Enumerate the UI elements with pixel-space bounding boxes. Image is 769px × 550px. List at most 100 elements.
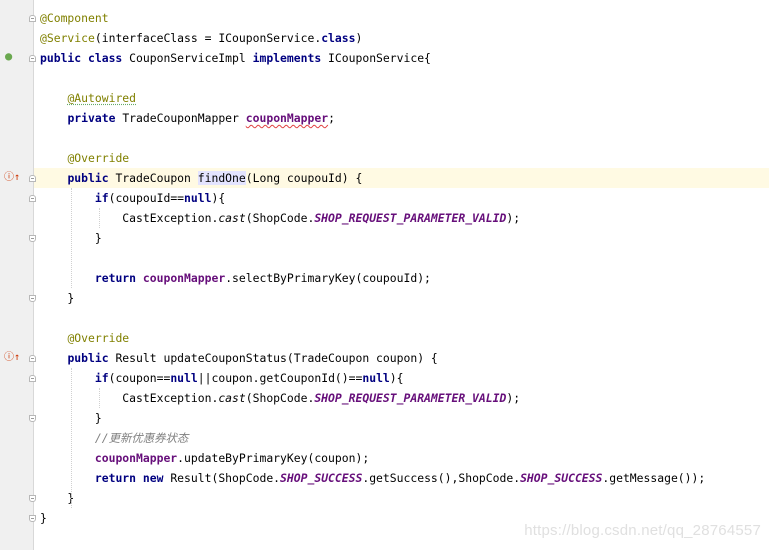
code-token: CastException.: [40, 391, 219, 405]
code-token: ;: [328, 111, 335, 125]
code-token: couponMapper: [142, 271, 226, 285]
code-token: }: [40, 491, 75, 505]
code-line[interactable]: public class CouponServiceImpl implement…: [34, 48, 769, 68]
code-token: .getMessage());: [602, 471, 706, 485]
fold-collapse-icon[interactable]: [29, 375, 36, 382]
code-token: Result updateCouponStatus(TradeCoupon co…: [115, 351, 438, 365]
fold-end-icon[interactable]: [29, 515, 36, 522]
code-line[interactable]: }: [34, 228, 769, 248]
code-token: SHOP_SUCCESS: [280, 471, 363, 485]
code-token: null: [362, 371, 390, 385]
code-line[interactable]: if(coupon==null||coupon.getCouponId()==n…: [34, 368, 769, 388]
implementing-method-icon[interactable]: ⓘ↑: [4, 353, 20, 363]
code-token: @Autowired: [67, 91, 137, 105]
code-token: Result(ShopCode.: [170, 471, 281, 485]
code-token: public: [67, 171, 116, 185]
code-token: .updateByPrimaryKey(coupon);: [177, 451, 370, 465]
code-token: private: [67, 111, 123, 125]
fold-collapse-icon[interactable]: [29, 175, 36, 182]
code-token: //更新优惠券状态: [94, 431, 189, 445]
code-token: .getSuccess(),ShopCode.: [362, 471, 521, 485]
code-line[interactable]: [34, 128, 769, 148]
editor-gutter[interactable]: ● ⓘ↑ ⓘ↑: [0, 0, 34, 550]
code-token: CouponServiceImpl: [129, 51, 253, 65]
code-line[interactable]: private TradeCouponMapper couponMapper;: [34, 108, 769, 128]
fold-collapse-icon[interactable]: [29, 15, 36, 22]
code-line[interactable]: @Override: [34, 328, 769, 348]
code-token: @Service: [40, 31, 95, 45]
code-line[interactable]: @Autowired: [34, 88, 769, 108]
fold-end-icon[interactable]: [29, 235, 36, 242]
code-line[interactable]: }: [34, 288, 769, 308]
code-token: (interfaceClass = ICouponService.: [94, 31, 322, 45]
code-token: );: [506, 211, 521, 225]
code-token: TradeCouponMapper: [122, 111, 246, 125]
code-token: cast: [218, 211, 246, 225]
code-line[interactable]: [34, 248, 769, 268]
code-token: cast: [218, 391, 246, 405]
code-token: .selectByPrimaryKey(coupouId);: [225, 271, 431, 285]
fold-end-icon[interactable]: [29, 415, 36, 422]
code-token: (Long coupouId) {: [245, 171, 363, 185]
code-token: @Component: [40, 11, 109, 25]
code-line[interactable]: [34, 68, 769, 88]
code-token: findOne: [197, 171, 246, 185]
code-token: (coupon==: [108, 371, 171, 385]
code-token: SHOP_SUCCESS: [520, 471, 603, 485]
code-line[interactable]: @Service(interfaceClass = ICouponService…: [34, 28, 769, 48]
code-line[interactable]: couponMapper.updateByPrimaryKey(coupon);: [34, 448, 769, 468]
code-line[interactable]: }: [34, 408, 769, 428]
fold-collapse-icon[interactable]: [29, 55, 36, 62]
indent-guide: [99, 388, 100, 408]
code-token: (ShopCode.: [245, 391, 315, 405]
code-line[interactable]: if(coupouId==null){: [34, 188, 769, 208]
indent-guide: [99, 208, 100, 228]
code-token: TradeCoupon: [115, 171, 198, 185]
code-token: public: [67, 351, 116, 365]
code-token: ): [355, 31, 363, 45]
code-token: );: [506, 391, 521, 405]
code-token: @Override: [67, 151, 130, 165]
code-token: ){: [389, 371, 404, 385]
spring-bean-icon[interactable]: ●: [5, 50, 12, 62]
code-token: return new: [94, 471, 171, 485]
code-token: (ShopCode.: [245, 211, 315, 225]
fold-end-icon[interactable]: [29, 295, 36, 302]
code-editor[interactable]: @Component @Service(interfaceClass = ICou…: [34, 0, 769, 550]
code-line[interactable]: [34, 308, 769, 328]
code-line[interactable]: public TradeCoupon findOne(Long coupouId…: [34, 168, 769, 188]
code-token: public class: [40, 51, 130, 65]
code-line[interactable]: @Override: [34, 148, 769, 168]
code-token: class: [321, 31, 356, 45]
code-token: couponMapper: [245, 111, 329, 125]
code-line[interactable]: //更新优惠券状态: [34, 428, 769, 448]
code-line[interactable]: }: [34, 488, 769, 508]
code-token: ICouponService{: [328, 51, 431, 65]
fold-collapse-icon[interactable]: [29, 355, 36, 362]
code-line[interactable]: CastException.cast(ShopCode.SHOP_REQUEST…: [34, 388, 769, 408]
code-line[interactable]: return couponMapper.selectByPrimaryKey(c…: [34, 268, 769, 288]
code-line[interactable]: public Result updateCouponStatus(TradeCo…: [34, 348, 769, 368]
code-token: }: [40, 511, 47, 525]
code-token: return: [94, 271, 143, 285]
code-token: null: [184, 191, 212, 205]
code-line[interactable]: CastException.cast(ShopCode.SHOP_REQUEST…: [34, 208, 769, 228]
watermark-text: https://blog.csdn.net/qq_28764557: [524, 522, 761, 539]
implementing-method-icon[interactable]: ⓘ↑: [4, 173, 20, 183]
code-line[interactable]: return new Result(ShopCode.SHOP_SUCCESS.…: [34, 468, 769, 488]
fold-end-icon[interactable]: [29, 495, 36, 502]
code-token: if: [94, 371, 109, 385]
code-line[interactable]: @Component: [34, 8, 769, 28]
code-token: CastException.: [40, 211, 219, 225]
fold-collapse-icon[interactable]: [29, 195, 36, 202]
